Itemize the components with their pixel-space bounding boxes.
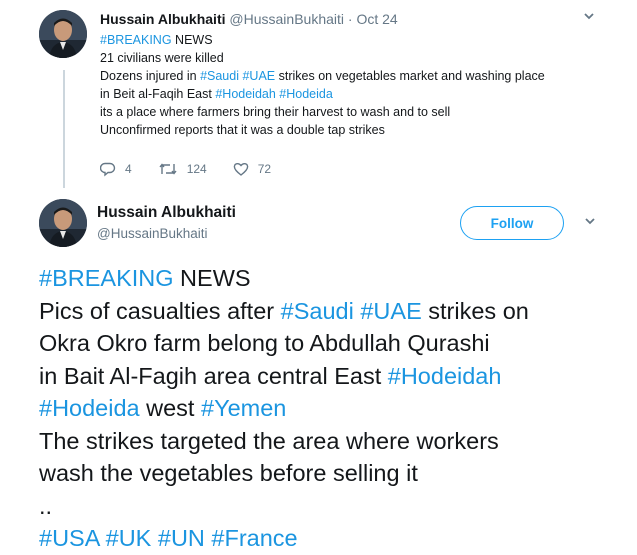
text-segment: Okra Okro farm belong to Abdullah Qurash… [39, 330, 490, 356]
text-segment: its a place where farmers bring their ha… [100, 105, 451, 119]
tweet-text-line: #BREAKING NEWS [39, 262, 634, 295]
author-name[interactable]: Hussain Albukhaiti [100, 11, 226, 27]
text-segment: The strikes targeted the area where work… [39, 427, 499, 454]
text-segment: NEWS [171, 33, 213, 47]
hashtag-link[interactable]: #UN [158, 525, 205, 551]
text-segment: strikes on [421, 297, 529, 324]
tweet-text-line: wash the vegetables before selling it [39, 457, 634, 490]
hashtag-link[interactable]: #UK [106, 525, 152, 551]
retweet-button[interactable]: 124 [158, 161, 207, 177]
text-segment: strikes on vegetables market and washing… [275, 69, 545, 83]
avatar[interactable] [39, 10, 87, 58]
tweet-text-line: #USA #UK #UN #France [39, 522, 634, 555]
tweet-text-line: its a place where farmers bring their ha… [100, 103, 620, 121]
hashtag-link[interactable]: #Yemen [201, 395, 286, 421]
text-segment: Pics of casualties after [39, 297, 281, 324]
tweet-date[interactable]: Oct 24 [356, 11, 397, 27]
text-segment: west [139, 395, 201, 421]
hashtag-link[interactable]: #Saudi [200, 69, 239, 83]
hashtag-link[interactable]: #France [211, 525, 297, 551]
tweet-text-line: #Hodeida west #Yemen [39, 392, 634, 425]
tweet-text-line: .. [39, 490, 634, 523]
author-handle[interactable]: @HussainBukhaiti [229, 11, 344, 27]
reply-button[interactable]: 4 [100, 161, 132, 177]
thread-connector-line [63, 70, 65, 188]
tweet-text-line: Dozens injured in #Saudi #UAE strikes on… [100, 67, 620, 85]
tweet-text-line: in Beit al-Faqih East #Hodeidah #Hodeida [100, 85, 620, 103]
text-segment: 21 civilians were killed [100, 51, 224, 65]
tweet-text-line: #BREAKING NEWS [100, 31, 620, 49]
text-segment: NEWS [173, 265, 251, 291]
text-segment: Unconfirmed reports that it was a double… [100, 123, 385, 137]
like-count: 72 [257, 162, 272, 176]
text-segment: Dozens injured in [100, 69, 201, 83]
chevron-down-icon[interactable] [582, 9, 596, 27]
hashtag-link[interactable]: #BREAKING [39, 265, 174, 291]
hashtag-link[interactable]: #Hodeida [279, 87, 333, 101]
text-segment: in Bait Al-Fagih area central East [39, 362, 388, 389]
header-separator: · [347, 11, 353, 27]
reply-count: 4 [125, 162, 132, 176]
text-segment: in Beit al-Faqih East [100, 87, 216, 101]
hashtag-link[interactable]: #Saudi [281, 298, 354, 324]
follow-button[interactable]: Follow [460, 206, 564, 240]
author-name[interactable]: Hussain Albukhaiti [97, 204, 236, 222]
hashtag-link[interactable]: #USA [39, 525, 99, 551]
hashtag-link[interactable]: #UAE [242, 69, 275, 83]
tweet-text-line: 21 civilians were killed [100, 49, 620, 67]
hashtag-link[interactable]: #Hodeida [39, 395, 140, 421]
retweet-count: 124 [186, 162, 207, 176]
tweet-text-line: Pics of casualties after #Saudi #UAE str… [39, 295, 634, 328]
hashtag-link[interactable]: #Hodeidah [388, 363, 502, 389]
tweet-text-line: in Bait Al-Fagih area central East #Hode… [39, 360, 634, 393]
hashtag-link[interactable]: #BREAKING [100, 33, 172, 47]
chevron-down-icon[interactable] [583, 214, 597, 232]
text-segment: .. [39, 492, 53, 519]
reply-icon [100, 162, 116, 177]
hashtag-link[interactable]: #Hodeidah [215, 87, 275, 101]
retweet-icon [159, 163, 177, 175]
tweet-header: Hussain Albukhaiti @HussainBukhaiti · Oc… [100, 11, 398, 27]
tweet-text: #BREAKING NEWS 21 civilians were killed Do… [100, 31, 620, 139]
tweet-text-line: Unconfirmed reports that it was a double… [100, 121, 620, 139]
like-button[interactable]: 72 [233, 161, 271, 177]
tweet-text-line: The strikes targeted the area where work… [39, 425, 634, 458]
heart-icon [233, 162, 249, 176]
avatar[interactable] [39, 199, 87, 247]
tweet-actions: 4 124 72 [100, 161, 297, 177]
text-segment: wash the vegetables before selling it [39, 460, 418, 486]
tweet-text: #BREAKING NEWS Pics of casualties after #… [39, 262, 634, 555]
hashtag-link[interactable]: #UAE [360, 298, 421, 324]
author-handle[interactable]: @HussainBukhaiti [97, 226, 208, 241]
tweet-text-line: Okra Okro farm belong to Abdullah Qurash… [39, 327, 634, 360]
